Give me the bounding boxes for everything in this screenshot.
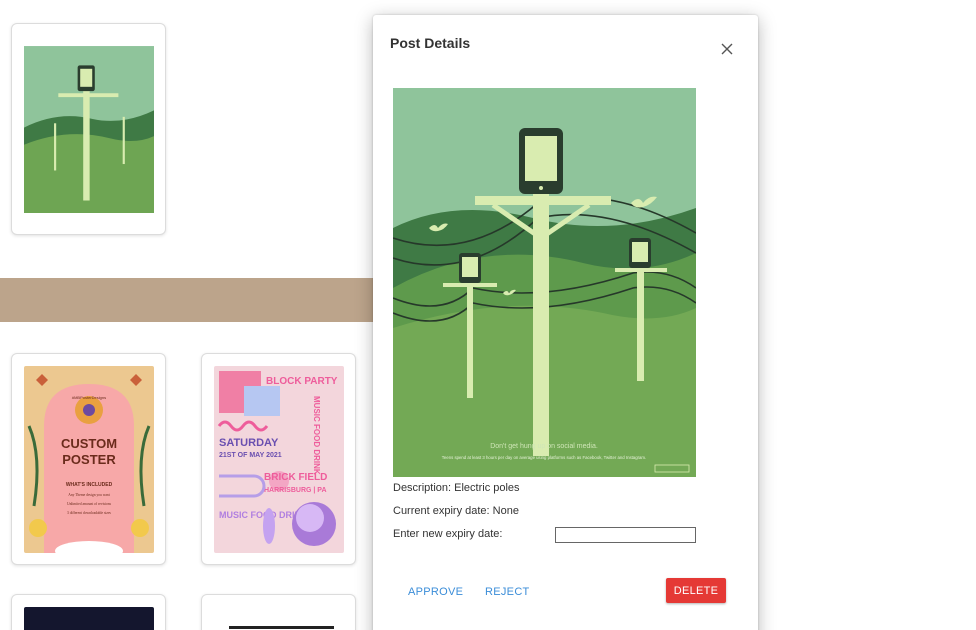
custom-poster-item-1: Any Theme design you want: [68, 493, 109, 497]
electric-poles-thumbnail-image: [24, 46, 154, 213]
custom-poster-thumbnail-image: #MBPosterDesigns CUSTOM POSTER WHAT'S IN…: [24, 366, 154, 553]
custom-poster-brand: #MBPosterDesigns: [72, 395, 106, 400]
delete-button[interactable]: DELETE: [666, 578, 726, 603]
custom-poster-item-3: 3 different downloadable sizes: [67, 511, 112, 515]
custom-poster-subtitle: WHAT'S INCLUDED: [66, 482, 113, 488]
description-text: Description: Electric poles: [393, 482, 520, 494]
poster-caption: Don't get hung up on social media.: [490, 443, 598, 450]
post-details-dialog: Post Details Don't get hung up on social…: [373, 15, 758, 630]
post-thumbnail: #MBPosterDesigns CUSTOM POSTER WHAT'S IN…: [24, 366, 154, 553]
post-thumbnail: BLOCK PARTY MUSIC FOOD DRINK SATURDAY 21…: [214, 366, 344, 553]
post-card-custom-poster[interactable]: #MBPosterDesigns CUSTOM POSTER WHAT'S IN…: [11, 353, 166, 565]
app-root: #MBPosterDesigns CUSTOM POSTER WHAT'S IN…: [0, 0, 976, 630]
custom-poster-title-2: POSTER: [62, 452, 116, 467]
party-venue: BRICK FIELD: [264, 472, 327, 483]
post-card-block-party[interactable]: BLOCK PARTY MUSIC FOOD DRINK SATURDAY 21…: [201, 353, 356, 565]
close-icon[interactable]: [719, 41, 735, 57]
dialog-title: Post Details: [390, 35, 471, 51]
party-side-text: MUSIC FOOD DRINK: [312, 396, 321, 475]
custom-poster-title-1: CUSTOM: [61, 436, 117, 451]
electric-poles-image: Don't get hung up on social media. Teens…: [393, 88, 696, 477]
post-card-light[interactable]: [201, 594, 356, 630]
poster-subcaption: Teens spend at least 3 hours per day on …: [442, 455, 646, 460]
post-thumbnail: [214, 607, 344, 630]
new-expiry-date-input[interactable]: [555, 527, 696, 543]
current-expiry-text: Current expiry date: None: [393, 505, 519, 517]
party-day: SATURDAY: [219, 437, 279, 449]
reject-button[interactable]: REJECT: [485, 586, 530, 598]
new-expiry-label: Enter new expiry date:: [393, 528, 503, 540]
party-date: 21ST OF MAY 2021: [219, 452, 282, 459]
thumbnail-frame-line: [229, 626, 334, 629]
post-thumbnail: [24, 36, 154, 223]
post-image: Don't get hung up on social media. Teens…: [393, 88, 696, 477]
custom-poster-item-2: Unlimited amount of revisions: [67, 502, 112, 506]
block-party-thumbnail-image: BLOCK PARTY MUSIC FOOD DRINK SATURDAY 21…: [214, 366, 344, 553]
party-headline: BLOCK PARTY: [266, 376, 338, 387]
party-city: HARRISBURG | PA: [264, 487, 327, 494]
post-card-dark[interactable]: [11, 594, 166, 630]
post-thumbnail: [24, 607, 154, 630]
post-card-electric-poles[interactable]: [11, 23, 166, 235]
approve-button[interactable]: APPROVE: [408, 586, 463, 598]
